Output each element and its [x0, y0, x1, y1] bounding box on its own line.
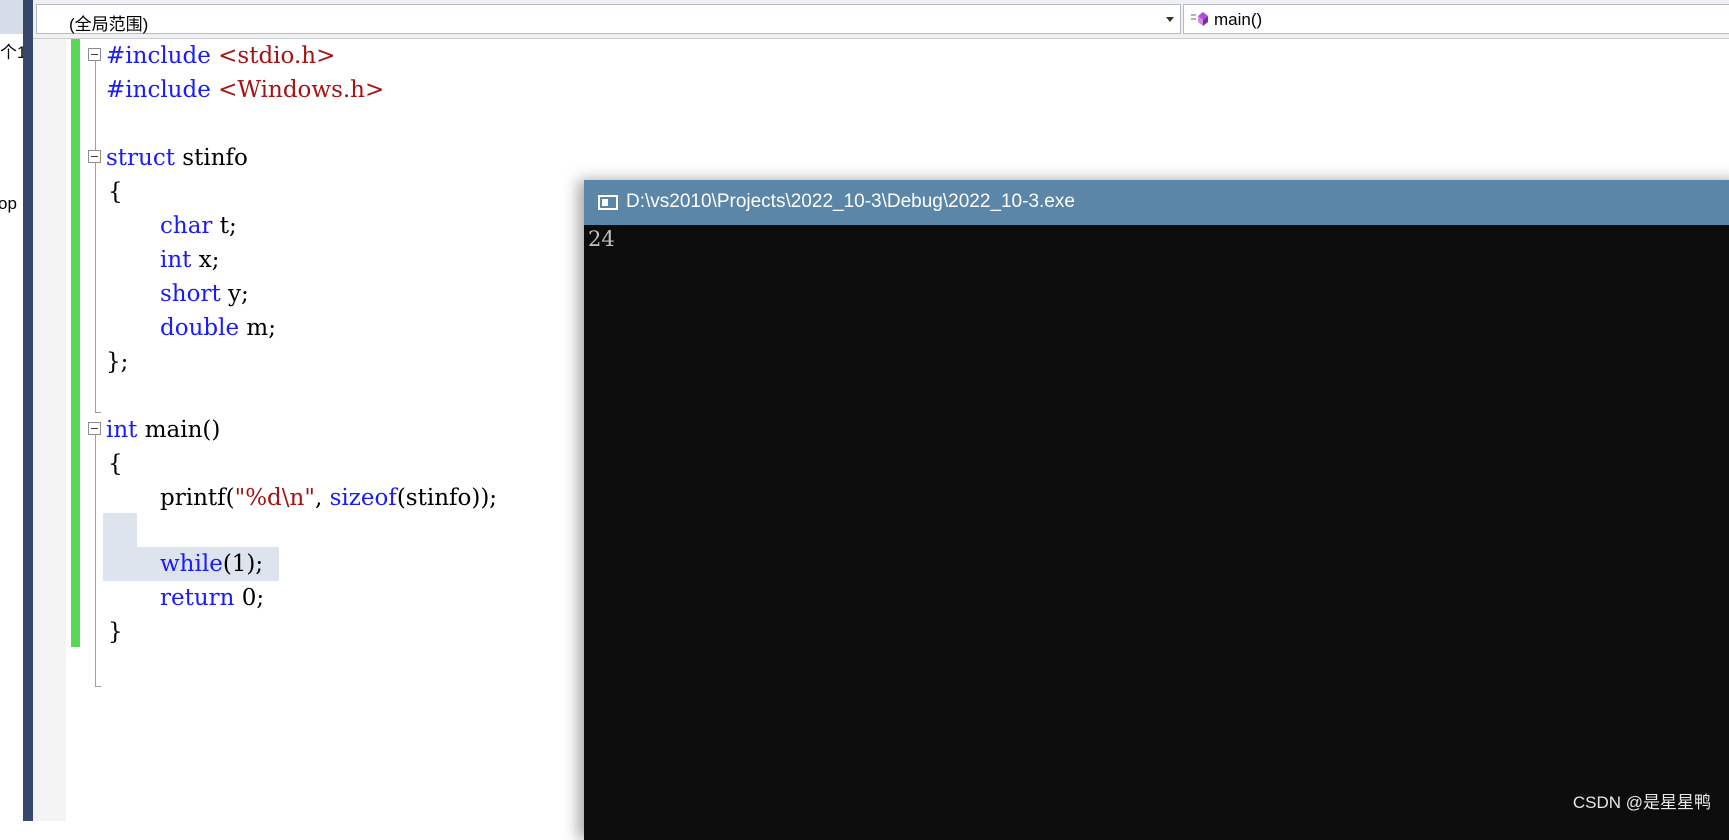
code-line: #include <Windows.h> — [106, 77, 385, 103]
chevron-down-icon — [1166, 17, 1174, 22]
scope-dropdown[interactable]: (全局范围) — [36, 4, 1181, 34]
code-line: short y; — [160, 281, 249, 307]
outline-guide — [95, 429, 96, 687]
outline-guide — [95, 157, 96, 413]
panel-stripe — [0, 0, 23, 34]
code-line: } — [108, 619, 123, 645]
code-line: printf("%d\n", sizeof(stinfo)); — [160, 485, 498, 511]
code-line: int main() — [106, 417, 221, 443]
member-dropdown[interactable]: main() — [1183, 4, 1729, 34]
member-label: main() — [1214, 10, 1263, 29]
outline-guide — [95, 412, 101, 413]
collapse-toggle-icon[interactable] — [88, 422, 101, 435]
code-line: char t; — [160, 213, 237, 239]
collapse-toggle-icon[interactable] — [88, 150, 101, 163]
code-line: int x; — [160, 247, 220, 273]
panel-splitter[interactable] — [23, 0, 33, 821]
navigation-bar: (全局范围) main() — [33, 0, 1729, 39]
console-icon — [598, 195, 618, 210]
change-tracking-bar — [71, 39, 80, 647]
code-line: #include <stdio.h> — [106, 43, 336, 69]
code-line: return 0; — [160, 585, 265, 611]
console-output: 24 — [588, 227, 615, 251]
code-line: { — [108, 179, 123, 205]
outline-guide — [95, 686, 101, 687]
scope-label: (全局范围) — [69, 15, 149, 34]
code-line: { — [108, 451, 123, 477]
collapse-toggle-icon[interactable] — [88, 48, 101, 61]
console-window[interactable]: D:\vs2010\Projects\2022_10-3\Debug\2022_… — [584, 180, 1729, 840]
caret-line-highlight — [103, 513, 137, 547]
watermark: CSDN @是星星鸭 — [1572, 793, 1711, 812]
console-title: D:\vs2010\Projects\2022_10-3\Debug\2022_… — [626, 191, 1075, 212]
method-icon — [1191, 12, 1208, 26]
console-titlebar[interactable]: D:\vs2010\Projects\2022_10-3\Debug\2022_… — [584, 180, 1729, 225]
panel-text-fragment: 个1 — [0, 43, 23, 62]
code-line: double m; — [160, 315, 276, 341]
code-line: while(1); — [160, 551, 264, 577]
editor-gutter — [33, 39, 66, 821]
panel-text-fragment: op — [0, 194, 17, 213]
code-line: }; — [106, 349, 129, 375]
outline-guide — [95, 56, 96, 156]
code-line: struct stinfo — [106, 145, 248, 171]
solution-explorer-edge: 个1 op — [0, 0, 23, 821]
